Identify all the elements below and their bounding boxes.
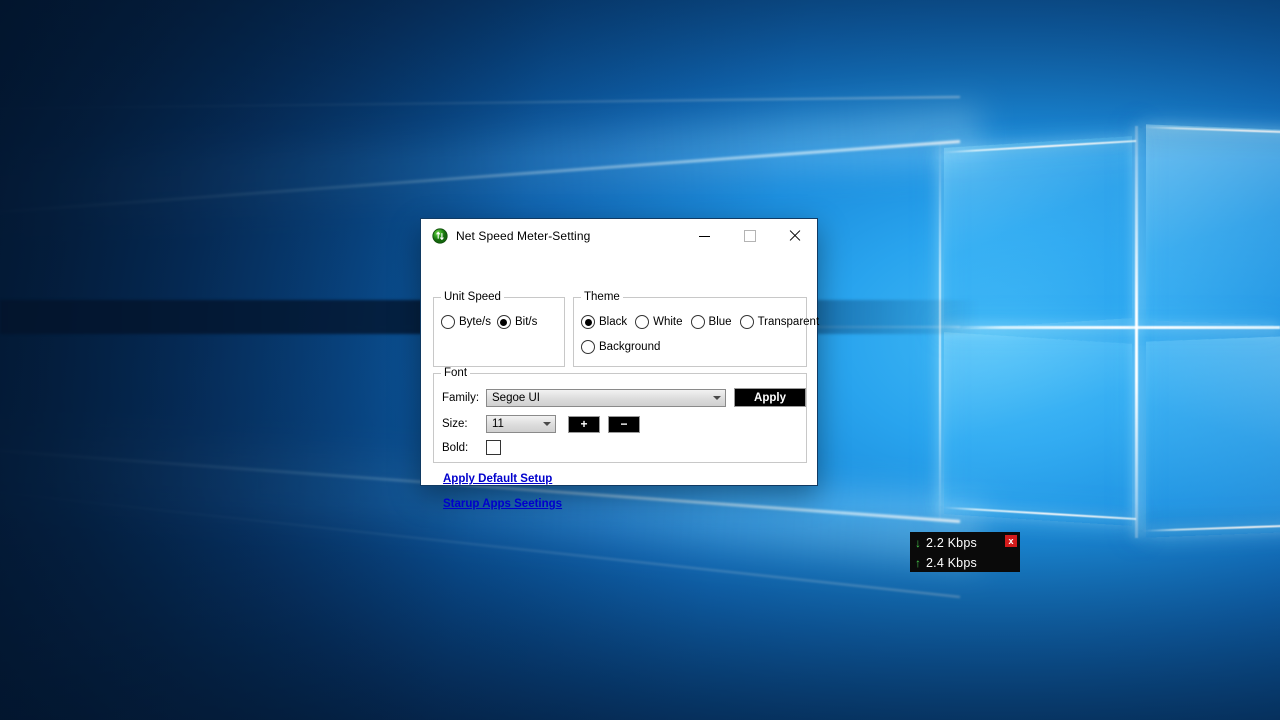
minimize-icon — [699, 235, 710, 237]
radio-theme-transparent[interactable]: Transparent — [739, 315, 820, 329]
upload-speed-row: ↑ 2.4 Kbps — [910, 553, 1020, 572]
font-legend: Font — [441, 367, 471, 379]
font-family-label: Family: — [442, 391, 480, 404]
download-speed-value: 2.2 Kbps — [926, 535, 977, 550]
theme-legend: Theme — [581, 291, 623, 303]
radio-byte-per-second[interactable]: Byte/s — [441, 315, 491, 329]
radio-theme-blue-indicator — [690, 315, 705, 329]
net-speed-meter-icon — [432, 228, 448, 244]
radio-theme-black-label: Black — [599, 316, 628, 328]
radio-theme-white[interactable]: White — [635, 315, 683, 329]
font-family-select[interactable]: Segoe UI — [486, 388, 726, 407]
theme-options-row2: Background — [581, 340, 660, 354]
net-speed-widget[interactable]: ↓ 2.2 Kbps ↑ 2.4 Kbps x — [910, 532, 1020, 572]
download-speed-row: ↓ 2.2 Kbps — [910, 533, 1020, 552]
radio-theme-background-label: Background — [599, 341, 661, 353]
minus-icon: − — [620, 417, 628, 431]
font-size-select[interactable]: 11 — [486, 415, 556, 433]
font-size-row: Size: 11 + − — [442, 415, 640, 433]
radio-theme-white-label: White — [653, 316, 683, 328]
unit-speed-options: Byte/s Bit/s — [441, 315, 537, 329]
chevron-down-icon — [713, 395, 721, 400]
maximize-icon — [743, 230, 756, 242]
radio-theme-transparent-label: Transparent — [757, 316, 820, 328]
decrease-font-size-button[interactable]: − — [608, 415, 640, 433]
radio-theme-white-indicator — [635, 315, 650, 329]
font-group: Font Family: Segoe UI Apply Size: 11 + −… — [433, 367, 807, 463]
maximize-button[interactable] — [727, 219, 772, 253]
radio-bit-per-second[interactable]: Bit/s — [496, 315, 538, 329]
radio-bit-per-second-indicator — [496, 315, 511, 329]
radio-theme-transparent-indicator — [739, 315, 754, 329]
window-controls — [682, 219, 817, 253]
radio-byte-per-second-indicator — [441, 315, 455, 329]
increase-font-size-button[interactable]: + — [568, 415, 600, 433]
upload-speed-value: 2.4 Kbps — [926, 555, 977, 570]
font-size-label: Size: — [442, 418, 468, 430]
startup-apps-settings-link[interactable]: Starup Apps Seetings — [443, 498, 562, 510]
radio-theme-black[interactable]: Black — [581, 315, 627, 329]
upload-arrow-icon: ↑ — [915, 555, 921, 570]
radio-theme-black-indicator — [581, 315, 595, 329]
unit-speed-group: Unit Speed Byte/s Bit/s — [433, 291, 565, 367]
desktop[interactable]: Net Speed Meter-Setting Unit Speed Byte/… — [0, 0, 1280, 720]
window-title: Net Speed Meter-Setting — [456, 229, 591, 243]
apply-button-label: Apply — [754, 391, 786, 404]
widget-close-icon[interactable]: x — [1005, 535, 1017, 547]
theme-group: Theme Black White Blue Transparent Backg… — [573, 291, 819, 367]
apply-button[interactable]: Apply — [734, 388, 806, 407]
apply-default-setup-link[interactable]: Apply Default Setup — [443, 473, 552, 485]
net-speed-meter-settings-window[interactable]: Net Speed Meter-Setting Unit Speed Byte/… — [420, 218, 819, 510]
font-bold-label: Bold: — [442, 441, 469, 454]
radio-theme-background-indicator — [581, 340, 595, 354]
close-button[interactable] — [772, 219, 817, 253]
bold-checkbox[interactable] — [486, 440, 501, 455]
radio-theme-background[interactable]: Background — [581, 340, 660, 354]
radio-theme-blue-label: Blue — [708, 316, 732, 328]
download-arrow-icon: ↓ — [915, 535, 921, 550]
font-size-value: 11 — [492, 418, 504, 430]
chevron-down-icon — [543, 422, 551, 426]
radio-bit-per-second-label: Bit/s — [514, 316, 538, 328]
unit-speed-legend: Unit Speed — [441, 291, 504, 303]
font-family-row: Family: Segoe UI Apply — [442, 388, 806, 407]
radio-byte-per-second-label: Byte/s — [459, 316, 491, 328]
font-family-value: Segoe UI — [492, 391, 540, 404]
minimize-button[interactable] — [682, 219, 727, 253]
theme-options-row1: Black White Blue Transparent — [581, 315, 819, 329]
plus-icon: + — [580, 417, 588, 431]
font-bold-row: Bold: — [442, 440, 501, 455]
close-icon — [789, 230, 801, 242]
radio-theme-blue[interactable]: Blue — [690, 315, 732, 329]
window-titlebar[interactable]: Net Speed Meter-Setting — [421, 219, 817, 253]
